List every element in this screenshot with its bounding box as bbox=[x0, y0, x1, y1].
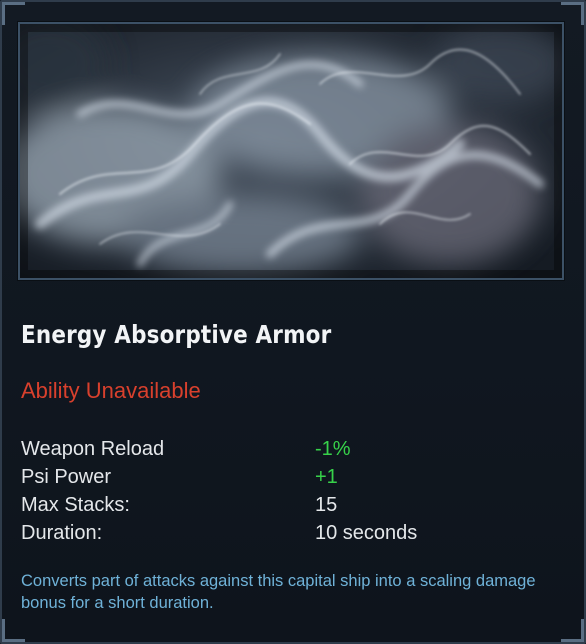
ability-artwork bbox=[18, 22, 564, 280]
corner-ornament bbox=[2, 619, 25, 642]
stat-row-max-stacks: Max Stacks: 15 bbox=[21, 494, 561, 522]
stat-value: -1% bbox=[315, 438, 351, 460]
stat-value: 10 seconds bbox=[315, 522, 418, 544]
stat-label: Weapon Reload bbox=[21, 438, 165, 460]
smoke-artwork bbox=[20, 24, 562, 278]
corner-ornament bbox=[561, 619, 584, 642]
corner-ornament bbox=[561, 2, 584, 25]
ability-description: Converts part of attacks against this ca… bbox=[21, 572, 536, 612]
stat-row-duration: Duration: 10 seconds bbox=[21, 522, 561, 550]
ability-title: Energy Absorptive Armor bbox=[21, 320, 332, 349]
stat-label: Duration: bbox=[21, 522, 103, 544]
stat-value: +1 bbox=[315, 466, 338, 488]
stat-value: 15 bbox=[315, 494, 338, 516]
ability-tooltip: Energy Absorptive Armor Ability Unavaila… bbox=[0, 0, 586, 644]
stat-row-psi-power: Psi Power +1 bbox=[21, 466, 561, 494]
stat-row-weapon-reload: Weapon Reload -1% bbox=[21, 438, 561, 466]
ability-status: Ability Unavailable bbox=[21, 378, 201, 403]
stat-list: Weapon Reload -1% Psi Power +1 Max Stack… bbox=[21, 438, 561, 550]
stat-label: Max Stacks: bbox=[21, 494, 130, 516]
stat-label: Psi Power bbox=[21, 466, 112, 488]
